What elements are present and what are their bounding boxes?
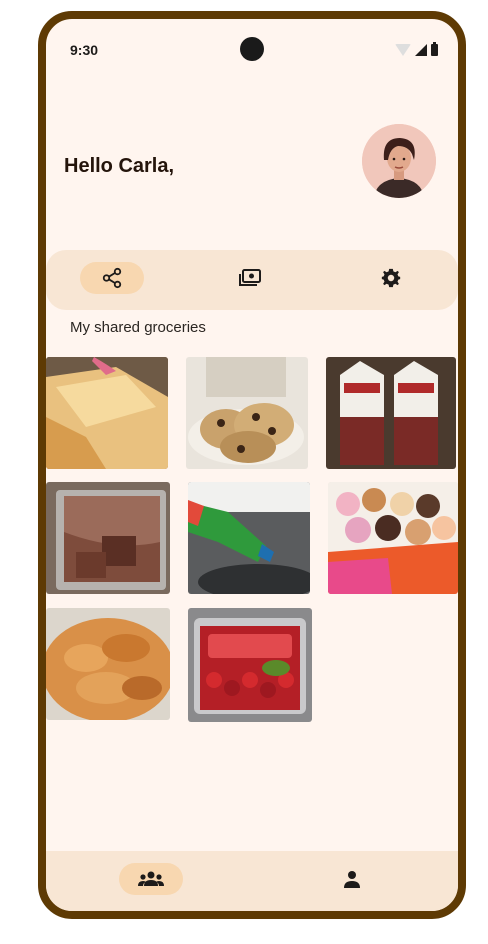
grocery-thumb-strawberries[interactable] — [188, 608, 312, 722]
strawberries-photo — [188, 608, 312, 722]
cookies-photo — [186, 357, 308, 469]
group-icon — [138, 871, 164, 886]
grocery-thumb-donuts[interactable] — [328, 482, 458, 594]
brownies-photo — [46, 482, 170, 594]
status-icons — [395, 42, 438, 56]
grocery-thumb-dish-soap[interactable] — [188, 482, 310, 594]
share-button[interactable] — [80, 262, 144, 294]
person-icon — [344, 871, 360, 888]
grocery-thumb-chips[interactable] — [46, 608, 170, 720]
grocery-thumb-cornbread[interactable] — [46, 357, 168, 469]
bottom-navigation — [46, 851, 458, 911]
phone-frame: 9:30 Hello Carla, My shared groceries — [38, 11, 466, 919]
nav-groups-button[interactable] — [119, 863, 183, 895]
expenses-button[interactable] — [218, 262, 282, 294]
gear-icon — [381, 268, 401, 288]
battery-icon — [431, 42, 438, 56]
grocery-thumb-cookies[interactable] — [186, 357, 308, 469]
cornbread-photo — [46, 357, 168, 469]
money-icon — [239, 269, 261, 286]
avatar-illustration — [362, 124, 436, 198]
status-bar: 9:30 — [46, 19, 458, 79]
wifi-icon — [395, 44, 411, 56]
settings-button[interactable] — [359, 262, 423, 294]
grocery-thumb-brownies[interactable] — [46, 482, 170, 594]
nav-profile-button[interactable] — [320, 863, 384, 895]
avatar[interactable] — [362, 124, 436, 198]
status-time: 9:30 — [70, 42, 99, 58]
grocery-thumb-milk[interactable] — [326, 357, 456, 469]
share-icon — [102, 267, 122, 289]
section-title: My shared groceries — [70, 319, 206, 336]
action-toolbar — [46, 250, 458, 310]
chips-photo — [46, 608, 170, 720]
signal-icon — [415, 44, 427, 56]
milk-cartons-photo — [326, 357, 456, 469]
greeting-title: Hello Carla, — [64, 155, 175, 177]
front-camera — [240, 37, 264, 61]
donuts-box-photo — [328, 482, 458, 594]
dish-soap-photo — [188, 482, 310, 594]
